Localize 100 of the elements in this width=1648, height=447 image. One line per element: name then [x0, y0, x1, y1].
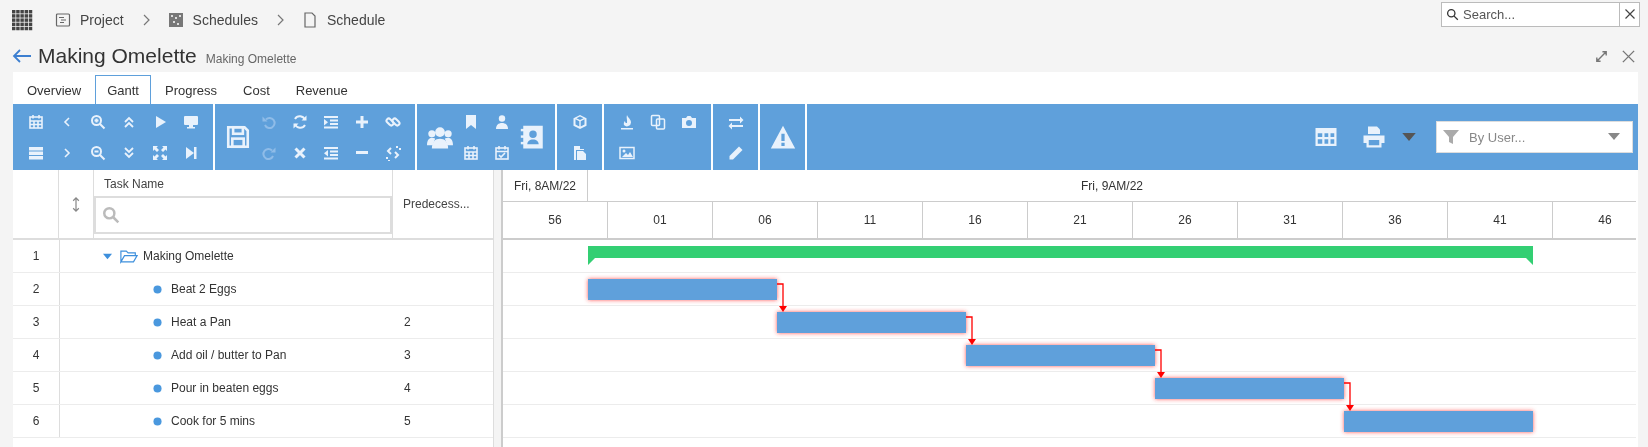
folder-icon [120, 248, 138, 264]
warning-icon [769, 124, 796, 150]
column-header[interactable]: Predecess... [403, 197, 470, 211]
timeline-tick: 31 [1283, 213, 1297, 227]
predecessor-value: 5 [404, 414, 411, 428]
outdent-icon [322, 144, 339, 161]
cube-icon [571, 113, 588, 130]
apps-grid-icon[interactable] [12, 9, 33, 31]
row-number: 1 [32, 249, 40, 263]
timeline-tick: 01 [653, 213, 667, 227]
contacts-icon [519, 124, 546, 150]
tab[interactable]: Progress [153, 75, 229, 104]
task-name[interactable]: Cook for 5 mins [171, 414, 256, 428]
pencil-icon [727, 144, 744, 161]
indent-icon [322, 113, 339, 130]
row-number: 2 [32, 282, 40, 296]
vertical-arrows-icon[interactable] [72, 196, 80, 212]
row-number: 5 [32, 381, 40, 395]
task-dot-icon [153, 317, 162, 327]
timeline-tick: 11 [863, 213, 877, 227]
page-subtitle: Making Omelette [205, 52, 297, 66]
tab[interactable]: Overview [15, 75, 94, 104]
monitor-icon [182, 113, 199, 130]
close-icon [1623, 8, 1636, 20]
minus-icon [353, 151, 370, 154]
breadcrumb-link[interactable]: Schedules [167, 12, 258, 28]
task-search-field[interactable] [94, 196, 392, 234]
search-field[interactable]: Search... [1441, 1, 1619, 27]
row-number: 4 [32, 348, 40, 362]
task-name[interactable]: Add oil / butter to Pan [171, 348, 287, 362]
save-icon [224, 124, 251, 150]
delete-icon [291, 144, 308, 161]
timeline-tick: 16 [968, 213, 982, 227]
chevron-right-icon [141, 14, 150, 26]
dependency-arrow [776, 283, 787, 312]
user-icon [493, 113, 510, 130]
copy-icon [649, 113, 666, 130]
predecessor-value: 3 [404, 348, 411, 362]
table-icon [1314, 125, 1338, 149]
page-title: Making Omelette [38, 44, 197, 68]
breadcrumb-link[interactable]: Project [55, 12, 124, 28]
timeline-tick: 21 [1073, 213, 1087, 227]
column-header[interactable]: Task Name [94, 170, 392, 196]
users-icon [426, 124, 453, 150]
summary-bar[interactable] [588, 246, 1533, 265]
row-number: 3 [32, 315, 40, 329]
calendar-icon [27, 113, 44, 130]
user-filter-dropdown[interactable]: By User... [1436, 121, 1633, 153]
task-dot-icon [153, 383, 162, 393]
search-icon [102, 206, 120, 224]
calendar-check-icon [493, 144, 510, 161]
dependency-arrow [1343, 382, 1354, 411]
task-name[interactable]: Making Omelette [143, 249, 234, 263]
timeline-tick: 46 [1598, 213, 1612, 227]
chevron-right-icon [275, 14, 284, 26]
caret-icon [1608, 133, 1620, 141]
plus-icon [353, 113, 370, 130]
timeline-tick: 41 [1493, 213, 1507, 227]
gantt-document-icon [55, 12, 71, 28]
tab[interactable]: Revenue [283, 75, 360, 104]
expand-caret-icon[interactable] [103, 251, 112, 261]
row-number: 6 [32, 414, 40, 428]
task-dot-icon [153, 416, 162, 426]
predecessor-value: 2 [404, 315, 411, 329]
zoom-out-icon [89, 144, 106, 161]
clear-button[interactable] [1619, 1, 1640, 27]
back-arrow-icon[interactable] [12, 48, 32, 64]
timeline-tick: 36 [1388, 213, 1402, 227]
dependency-arrow [965, 316, 976, 345]
image-icon [618, 144, 635, 161]
breadcrumb-link[interactable]: Schedule [301, 12, 386, 28]
timeline-label: Fri, 9AM/22 [1081, 178, 1143, 193]
dependency-arrow [1154, 349, 1165, 378]
tab[interactable]: Gantt [95, 75, 151, 104]
timeline-label: Fri, 8AM/22 [503, 170, 588, 201]
task-name[interactable]: Heat a Pan [171, 315, 232, 329]
zoom-in-icon [89, 113, 106, 130]
task-name[interactable]: Pour in beaten eggs [171, 381, 279, 395]
refresh-icon [291, 113, 308, 130]
printer-icon [1362, 125, 1386, 149]
predecessor-value: 4 [404, 381, 411, 395]
filter-icon [1443, 129, 1459, 145]
fullscreen-icon [151, 144, 168, 161]
dropdown-caret-icon[interactable] [1402, 132, 1416, 142]
timeline-tick: 26 [1178, 213, 1192, 227]
file-icon [301, 12, 318, 28]
fire-icon [618, 113, 635, 130]
calendar-icon [462, 144, 479, 161]
camera-icon [680, 113, 697, 130]
expand-icon[interactable] [1594, 48, 1609, 64]
task-dot-icon [153, 284, 162, 294]
close-icon[interactable] [1621, 48, 1636, 64]
grid-icon [167, 12, 184, 28]
tab[interactable]: Cost [231, 75, 282, 104]
timeline-tick: 06 [758, 213, 772, 227]
splitter-handle[interactable] [493, 170, 503, 447]
task-dot-icon [153, 350, 162, 360]
rows-icon [27, 144, 44, 161]
timeline-tick: 56 [548, 213, 562, 227]
task-name[interactable]: Beat 2 Eggs [171, 282, 237, 296]
